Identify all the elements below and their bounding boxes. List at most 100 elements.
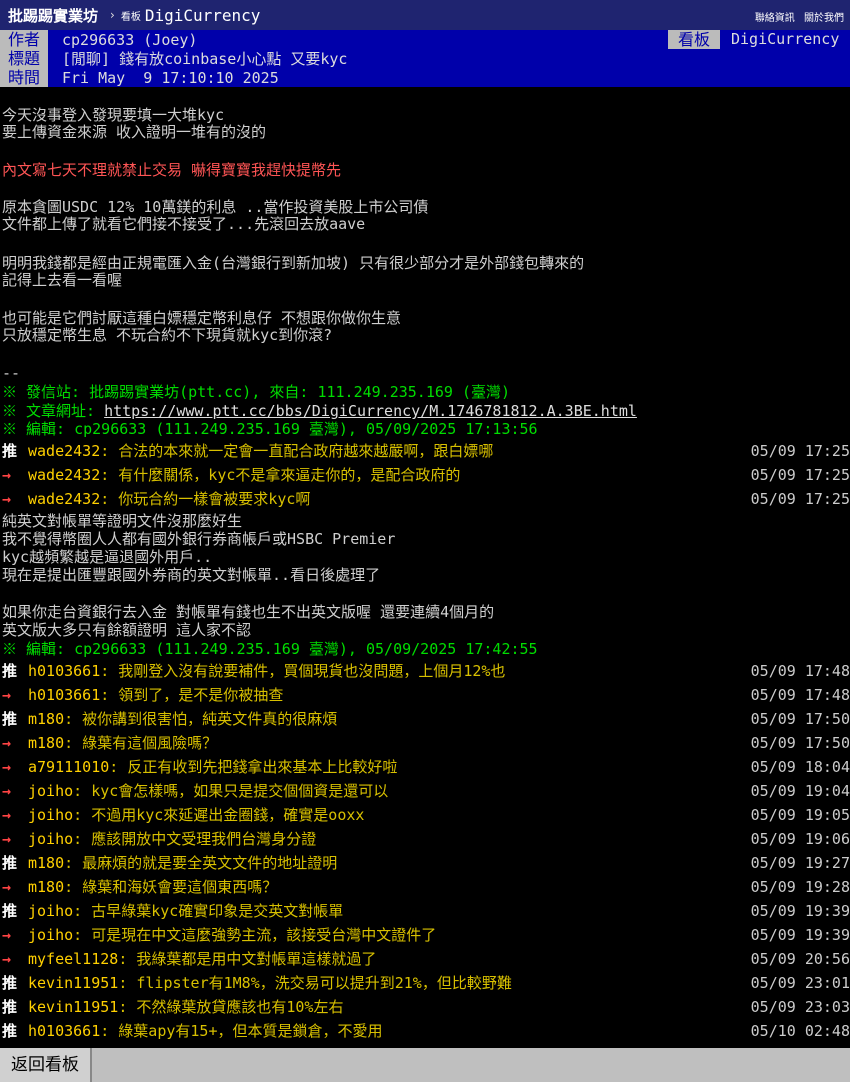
push-content: : 綠葉和海妖會要這個東西嗎？ xyxy=(64,878,278,896)
body-line: 現在是提出匯豐跟國外券商的英文對帳單..看日後處理了 xyxy=(2,566,381,584)
push-content: : 反正有收到先把錢拿出來基本上比較好啦 xyxy=(109,758,398,776)
board-label: 看板 xyxy=(120,11,141,23)
push-user: kevin11951: 不然綠葉放貸應該也有10%左右 xyxy=(28,996,343,1018)
push-tag: 推 xyxy=(2,1022,18,1040)
push-user: joiho: 應該開放中文受理我們台灣身分證 xyxy=(28,828,316,850)
push-tag: → xyxy=(2,806,12,824)
title-value: [閒聊] 錢有放coinbase小心點 又要kyc xyxy=(62,50,348,68)
push-username: wade2432 xyxy=(28,490,101,508)
push-time: 05/09 17:25 xyxy=(750,466,850,484)
push-content: : kyc會怎樣嗎，如果只是提交個個資是還可以 xyxy=(73,782,389,800)
body-line: 英文版大多只有餘額證明 這人家不認 xyxy=(2,621,252,639)
push-content: : 應該開放中文受理我們台灣身分證 xyxy=(73,830,317,848)
body-line: 只放穩定幣生息 不玩合約不下現貨就kyc到你滾? xyxy=(2,326,333,344)
push-time: 05/09 17:48 xyxy=(750,662,850,680)
push-username: h0103661 xyxy=(28,686,101,704)
push-tag: → xyxy=(2,830,12,848)
push-user: myfeel1128: 我綠葉都是用中文對帳單這樣就過了 xyxy=(28,948,376,970)
push-time: 05/10 02:48 xyxy=(750,1022,850,1040)
push-row: 推 wade2432: 合法的本來就一定會一直配合政府越來越嚴啊，跟白嫖哪 05/0… xyxy=(0,440,850,462)
push-user: m180: 綠葉和海妖會要這個東西嗎？ xyxy=(28,876,277,898)
push-username: joiho xyxy=(28,806,74,824)
push-row: → joiho: 不過用kyc來延遲出金圈錢，確實是ooxx 05/09 19:05 xyxy=(0,804,850,826)
push-tag: 推 xyxy=(2,974,18,992)
top-right-links: 聯絡資訊 關於我們 xyxy=(749,9,844,24)
back-to-board-button[interactable]: 返回看板 xyxy=(0,1048,92,1082)
push-username: wade2432 xyxy=(28,442,101,460)
push-tag: 推 xyxy=(2,710,18,728)
push-time: 05/09 19:39 xyxy=(750,926,850,944)
push-content: : 你玩合約一樣會被要求kyc啊 xyxy=(100,490,311,508)
body-line: 文件都上傳了就看它們接不接受了...先滾回去放aave xyxy=(2,215,366,233)
push-user: wade2432: 合法的本來就一定會一直配合政府越來越嚴啊，跟白嫖哪 xyxy=(28,440,493,462)
push-row: → wade2432: 你玩合約一樣會被要求kyc啊 05/09 17:25 xyxy=(0,488,850,510)
about-link[interactable]: 關於我們 xyxy=(804,13,844,24)
author-value: cp296633 (Joey) xyxy=(62,30,198,49)
site-home-link[interactable]: 批踢踢實業坊 xyxy=(8,5,98,26)
push-user: wade2432: 有什麼關係，kyc不是拿來逼走你的，是配合政府的 xyxy=(28,464,460,486)
source-line: ※ 發信站: 批踢踢實業坊(ptt.cc), 來自: 111.249.235.1… xyxy=(2,383,511,401)
push-username: joiho xyxy=(28,830,74,848)
body-line: 原本貪圖USDC 12% 10萬鎂的利息 ..當作投資美股上市公司債 xyxy=(2,198,429,216)
push-tag: → xyxy=(2,950,12,968)
push-user: h0103661: 領到了，是不是你被抽查 xyxy=(28,684,283,706)
body-line: 今天沒事登入發現要填一大堆kyc xyxy=(2,106,225,124)
push-tag: → xyxy=(2,686,12,704)
push-time: 05/09 19:39 xyxy=(750,902,850,920)
push-time: 05/09 23:03 xyxy=(750,998,850,1016)
push-time: 05/09 17:50 xyxy=(750,710,850,728)
push-content: : 可是現在中文這麼強勢主流，該接受台灣中文證件了 xyxy=(73,926,437,944)
board-link[interactable]: DigiCurrency xyxy=(145,6,261,25)
push-username: h0103661 xyxy=(28,662,101,680)
push-tag: 推 xyxy=(2,662,18,680)
article-url-link[interactable]: https://www.ptt.cc/bbs/DigiCurrency/M.17… xyxy=(104,402,637,420)
article-meta-author: 作者 cp296633 (Joey) 看板 DigiCurrency xyxy=(0,30,850,49)
push-row: → joiho: 應該開放中文受理我們台灣身分證 05/09 19:06 xyxy=(0,828,850,850)
article-meta-title: 標題 [閒聊] 錢有放coinbase小心點 又要kyc xyxy=(0,49,850,68)
push-user: h0103661: 我剛登入沒有說要補件，買個現貨也沒問題，上個月12%也 xyxy=(28,660,505,682)
contact-link[interactable]: 聯絡資訊 xyxy=(755,13,795,24)
push-time: 05/09 23:01 xyxy=(750,974,850,992)
push-user: m180: 綠葉有這個風險嗎？ xyxy=(28,732,217,754)
push-time: 05/09 17:48 xyxy=(750,686,850,704)
push-row: 推 joiho: 古早綠葉kyc確實印象是交英文對帳單 05/09 19:39 xyxy=(0,900,850,922)
push-content: : 綠葉apy有15+，但本質是鎖倉，不愛用 xyxy=(100,1022,383,1040)
push-user: joiho: kyc會怎樣嗎，如果只是提交個個資是還可以 xyxy=(28,780,388,802)
body-line: 如果你走台資銀行去入金 對帳單有錢也生不出英文版喔 還要連續4個月的 xyxy=(2,603,495,621)
author-tag: 作者 xyxy=(0,30,48,49)
push-tag: 推 xyxy=(2,902,18,920)
article-meta-time: 時間 Fri May 9 17:10:10 2025 xyxy=(0,68,850,87)
breadcrumb-separator: › xyxy=(110,8,115,22)
push-row: 推 kevin11951: 不然綠葉放貸應該也有10%左右 05/09 23:03 xyxy=(0,996,850,1018)
push-row: → a79111010: 反正有收到先把錢拿出來基本上比較好啦 05/09 18:0… xyxy=(0,756,850,778)
url-prefix: ※ 文章網址: xyxy=(2,402,105,420)
push-user: joiho: 不過用kyc來延遲出金圈錢，確實是ooxx xyxy=(28,804,364,826)
push-time: 05/09 20:56 xyxy=(750,950,850,968)
push-content: : 最麻煩的就是要全英文文件的地址證明 xyxy=(64,854,338,872)
push-tag: → xyxy=(2,878,12,896)
push-username: joiho xyxy=(28,902,74,920)
time-tag: 時間 xyxy=(0,68,48,87)
push-row: 推 kevin11951: flipster有1M8%，洗交易可以提升到21%，但… xyxy=(0,972,850,994)
edit-line: ※ 編輯: cp296633 (111.249.235.169 臺灣), 05/… xyxy=(2,420,538,438)
board-tag: 看板 xyxy=(668,30,720,49)
push-username: h0103661 xyxy=(28,1022,101,1040)
push-tag: 推 xyxy=(2,442,18,460)
push-time: 05/09 19:27 xyxy=(750,854,850,872)
push-content: : 古早綠葉kyc確實印象是交英文對帳單 xyxy=(73,902,344,920)
push-user: m180: 被你講到很害怕，純英文件真的很麻煩 xyxy=(28,708,337,730)
push-row: → m180: 綠葉有這個風險嗎？ 05/09 17:50 xyxy=(0,732,850,754)
push-username: joiho xyxy=(28,782,74,800)
push-row: → joiho: kyc會怎樣嗎，如果只是提交個個資是還可以 05/09 19:04 xyxy=(0,780,850,802)
push-time: 05/09 18:04 xyxy=(750,758,850,776)
push-user: joiho: 古早綠葉kyc確實印象是交英文對帳單 xyxy=(28,900,343,922)
push-user: m180: 最麻煩的就是要全英文文件的地址證明 xyxy=(28,852,337,874)
body-line: kyc越頻繁越是逼退國外用戶.. xyxy=(2,548,213,566)
push-time: 05/09 17:50 xyxy=(750,734,850,752)
top-nav-bar: 批踢踢實業坊 › 看板 DigiCurrency 聯絡資訊 關於我們 xyxy=(0,0,850,30)
time-value: Fri May 9 17:10:10 2025 xyxy=(62,68,279,87)
push-username: m180 xyxy=(28,854,65,872)
body-line: 記得上去看一看喔 xyxy=(2,271,123,289)
push-username: m180 xyxy=(28,878,65,896)
body-line-highlight: 內文寫七天不理就禁止交易 嚇得寶寶我趕快提幣先 xyxy=(2,161,342,179)
